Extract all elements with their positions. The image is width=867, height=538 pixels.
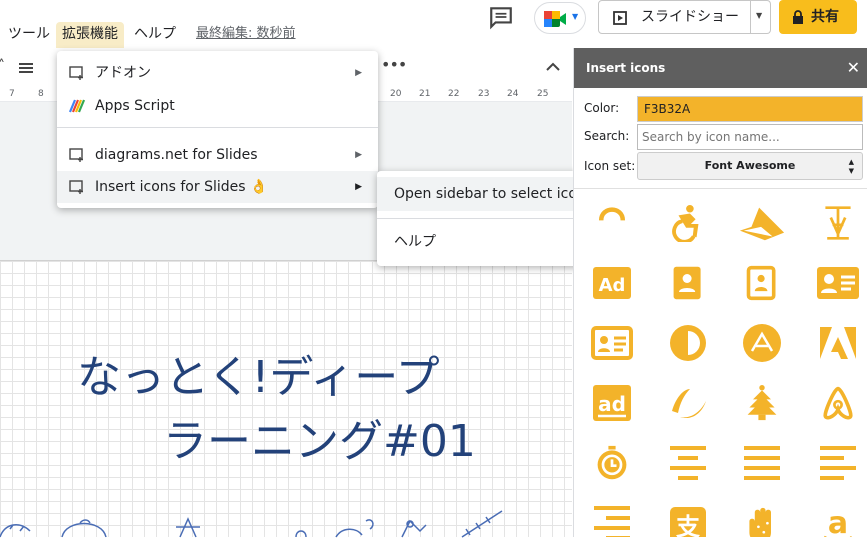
iconset-value: Font Awesome (704, 159, 796, 172)
slide-title-line-2[interactable]: ラーニング#01 (163, 405, 476, 469)
more-options-icon[interactable]: ••• (381, 55, 407, 74)
ruler-number: 21 (419, 89, 431, 99)
iconset-select[interactable]: Font Awesome ▲ ▼ (637, 152, 863, 180)
menu-item-diagrams[interactable]: diagrams.net for Slides ▶ (57, 139, 378, 171)
collapse-toolbar-icon[interactable] (546, 62, 560, 72)
accessible-icon[interactable] (664, 199, 712, 247)
acquisitions-incorporated-icon[interactable] (814, 199, 862, 247)
share-label: 共有 (811, 9, 839, 25)
insert-icons-sidebar: Insert icons ✕ Color: F3B32A Search: Sea… (573, 48, 867, 537)
submenu-arrow-icon: ▶ (355, 68, 362, 78)
adjust-icon[interactable] (664, 319, 712, 367)
align-icon[interactable] (18, 62, 34, 76)
menu-item-addons[interactable]: アドオン ▶ (57, 57, 378, 89)
menu-item-label: アドオン (95, 65, 151, 81)
share-button[interactable]: 共有 (779, 0, 857, 34)
align-center-icon[interactable] (664, 439, 712, 487)
submenu-arrow-icon: ▶ (355, 150, 362, 160)
amazon-icon[interactable]: a (814, 501, 862, 537)
menu-tools[interactable]: ツール (2, 22, 56, 48)
address-book-icon[interactable] (664, 259, 712, 307)
alipay-icon[interactable]: 支 (664, 501, 712, 537)
align-left-icon[interactable] (814, 439, 862, 487)
caret-down-icon: ▼ (756, 11, 763, 20)
alarm-clock-icon[interactable] (588, 439, 636, 487)
adobe-icon[interactable] (814, 319, 862, 367)
svg-text:a: a (828, 506, 848, 537)
menu-divider (57, 127, 378, 128)
menu-item-label: diagrams.net for Slides (95, 147, 258, 163)
ruler-number: 22 (448, 89, 460, 99)
adversal-icon[interactable]: ad (588, 379, 636, 427)
menu-help[interactable]: ヘルプ (128, 22, 182, 48)
ruler-number: 8 (38, 89, 44, 99)
last-edit-link[interactable]: 最終編集: 数秒前 (196, 22, 296, 46)
sidebar-title: Insert icons (586, 61, 666, 75)
airbnb-icon[interactable] (814, 379, 862, 427)
icon-grid: Ad ad 支 a (574, 188, 867, 537)
addon-icon (69, 148, 83, 162)
meet-button[interactable]: ▼ (534, 2, 586, 34)
ruler-number: 23 (478, 89, 490, 99)
submenu-arrow-icon: ▶ (355, 182, 362, 192)
affiliatetheme-icon[interactable] (664, 379, 712, 427)
slide-canvas[interactable]: なっとく!ディープ ラーニング#01 (0, 260, 572, 538)
comment-history-button[interactable] (488, 4, 514, 30)
apps-script-icon (69, 99, 85, 113)
chevron-down-icon: ▼ (572, 12, 579, 21)
slide-title-line-1[interactable]: なっとく!ディープ (77, 341, 440, 405)
svg-text:ad: ad (598, 392, 626, 416)
align-right-icon[interactable] (588, 499, 636, 537)
menu-item-insert-icons[interactable]: Insert icons for Slides 👌 ▶ (57, 171, 378, 203)
addon-icon (69, 180, 83, 194)
close-icon[interactable]: ✕ (847, 48, 860, 88)
allergies-icon[interactable] (738, 501, 786, 537)
search-input[interactable]: Search by icon name... (637, 124, 863, 150)
slideshow-options-button[interactable]: ▼ (751, 0, 771, 34)
address-book-outline-icon[interactable] (738, 259, 786, 307)
svg-text:支: 支 (676, 513, 701, 537)
select-arrows-icon: ▲ ▼ (848, 158, 854, 175)
extensions-menu: アドオン ▶ Apps Script diagrams.net for Slid… (57, 51, 378, 208)
address-card-icon[interactable] (814, 259, 862, 307)
menu-bar: ツール 拡張機能 ヘルプ 最終編集: 数秒前 ▼ スライドショー ▼ 共有 (0, 0, 867, 50)
doodle-illustrations (0, 510, 503, 538)
svg-text:Ad: Ad (599, 275, 626, 296)
accusoft-icon[interactable] (738, 199, 786, 247)
meet-icon (544, 11, 566, 27)
air-freshener-icon[interactable] (738, 379, 786, 427)
adn-icon[interactable] (738, 319, 786, 367)
slideshow-label: スライドショー (641, 9, 739, 25)
iconset-label: Icon set: (584, 159, 636, 173)
menu-item-apps-script[interactable]: Apps Script (57, 90, 378, 122)
slideshow-button[interactable]: スライドショー (598, 0, 751, 34)
menu-item-label: Insert icons for Slides 👌 (95, 179, 268, 195)
align-justify-icon[interactable] (738, 439, 786, 487)
search-label: Search: (584, 129, 630, 143)
slideshow-icon (613, 11, 627, 25)
ruler-number: 25 (537, 89, 549, 99)
ruler-number: 7 (9, 89, 15, 99)
sidebar-header: Insert icons ✕ (574, 48, 867, 88)
addon-icon (69, 66, 83, 80)
ruler-number: 20 (390, 89, 402, 99)
lock-icon (793, 10, 803, 24)
ruler-number: 24 (507, 89, 519, 99)
color-label: Color: (584, 101, 620, 115)
ad-icon[interactable]: Ad (588, 259, 636, 307)
pointer-icon[interactable]: ˄ (0, 58, 5, 74)
color-input[interactable]: F3B32A (637, 96, 863, 122)
address-card-outline-icon[interactable] (588, 319, 636, 367)
500px-icon[interactable] (588, 191, 636, 239)
menu-extensions[interactable]: 拡張機能 (56, 22, 124, 48)
menu-item-label: Apps Script (95, 98, 175, 114)
comment-icon (490, 7, 512, 30)
